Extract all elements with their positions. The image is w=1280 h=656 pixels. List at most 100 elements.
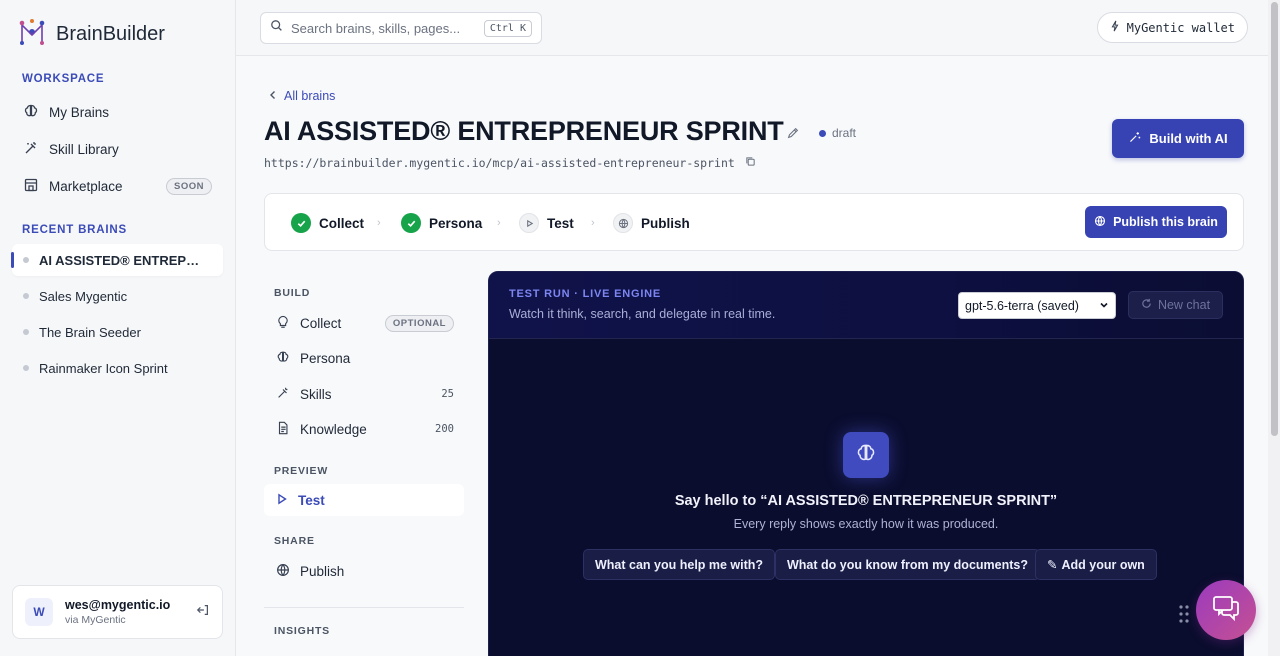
copy-icon[interactable]: [745, 156, 756, 170]
back-link[interactable]: All brains: [268, 89, 335, 103]
sidebar-item-my-brains[interactable]: My Brains: [12, 96, 224, 128]
step-label: Publish: [641, 215, 690, 231]
status-label: draft: [832, 126, 857, 140]
main-content: All brains AI ASSISTED® ENTREPRENEUR SPR…: [236, 56, 1268, 656]
recent-brain-label: Sales Mygentic: [39, 288, 128, 304]
search-box[interactable]: Ctrl K: [260, 12, 542, 44]
subnav-item-knowledge[interactable]: Knowledge 200: [264, 413, 464, 445]
recent-brain-item[interactable]: Rainmaker Icon Sprint: [12, 352, 223, 384]
brand-name: BrainBuilder: [56, 23, 165, 45]
test-panel-kicker: TEST RUN · LIVE ENGINE: [509, 288, 662, 300]
model-select-value: gpt-5.6-terra (saved): [965, 298, 1079, 313]
publish-brain-button[interactable]: Publish this brain: [1085, 206, 1227, 238]
brain-url: https://brainbuilder.mygentic.io/mcp/ai-…: [264, 156, 756, 170]
test-panel-header: TEST RUN · LIVE ENGINE Watch it think, s…: [489, 272, 1243, 339]
recent-brain-item[interactable]: Sales Mygentic: [12, 280, 223, 312]
chat-bubble-icon: [1211, 593, 1241, 628]
empty-state-title: Say hello to “AI ASSISTED® ENTREPRENEUR …: [674, 493, 1058, 509]
scrollbar-thumb[interactable]: [1271, 2, 1278, 436]
brain-url-text: https://brainbuilder.mygentic.io/mcp/ai-…: [264, 156, 735, 170]
step-test[interactable]: Test: [519, 213, 574, 233]
logout-icon[interactable]: [196, 603, 210, 622]
chat-launcher-button[interactable]: [1196, 580, 1256, 640]
user-card: W wes@mygentic.io via MyGentic: [12, 585, 223, 639]
sidebar-item-label: Marketplace: [49, 178, 123, 194]
recent-brain-label: The Brain Seeder: [39, 324, 141, 340]
subnav-label: Test: [298, 492, 325, 508]
chevron-right-icon: ›: [377, 217, 381, 229]
sidebar: BrainBuilder WORKSPACE My Brains Skill L…: [0, 0, 236, 656]
recent-brain-item[interactable]: The Brain Seeder: [12, 316, 223, 348]
sidebar-item-label: My Brains: [49, 104, 110, 120]
build-with-ai-button[interactable]: Build with AI: [1112, 119, 1244, 158]
empty-state-subtitle: Every reply shows exactly how it was pro…: [733, 517, 999, 531]
chevron-right-icon: ›: [497, 217, 501, 229]
new-chat-button[interactable]: New chat: [1128, 291, 1223, 319]
bulb-icon: [276, 315, 290, 332]
subnav-label: Persona: [300, 350, 351, 366]
soon-badge: SOON: [166, 177, 212, 195]
step-persona[interactable]: Persona: [401, 213, 482, 233]
knowledge-count: 200: [435, 423, 454, 435]
page-title: AI ASSISTED® ENTREPRENEUR SPRINT: [264, 116, 784, 146]
refresh-icon: [1141, 298, 1152, 312]
topbar: Ctrl K MyGentic wallet: [236, 0, 1280, 56]
recent-brains-label: RECENT BRAINS: [22, 224, 127, 236]
user-email: wes@mygentic.io: [65, 598, 171, 612]
drag-handle-icon[interactable]: [1178, 604, 1190, 629]
subnav-label: Knowledge: [300, 421, 367, 437]
sidebar-item-skill-library[interactable]: Skill Library: [12, 133, 224, 165]
suggestion-chip[interactable]: What can you help me with?: [583, 549, 776, 580]
status-dot: [23, 293, 29, 299]
step-publish[interactable]: Publish: [613, 213, 690, 233]
step-label: Test: [547, 215, 574, 231]
sidebar-item-label: Skill Library: [49, 141, 119, 157]
sidebar-item-marketplace[interactable]: Marketplace SOON: [12, 170, 224, 202]
status-dot: [23, 257, 29, 263]
search-input[interactable]: [291, 20, 471, 36]
brand[interactable]: BrainBuilder: [18, 18, 165, 51]
suggestion-chip-label: Add your own: [1061, 557, 1145, 572]
subnav-item-test[interactable]: Test: [264, 484, 464, 516]
test-run-panel: TEST RUN · LIVE ENGINE Watch it think, s…: [488, 271, 1244, 656]
brain-icon: [276, 350, 290, 367]
wallet-button[interactable]: MyGentic wallet: [1096, 12, 1248, 43]
status-dot: [819, 129, 826, 137]
bolt-icon: [1110, 20, 1120, 35]
subnav-label: Skills: [300, 386, 332, 402]
avatar: W: [25, 598, 53, 626]
status-dot: [23, 329, 29, 335]
recent-brain-label: Rainmaker Icon Sprint: [39, 360, 168, 376]
chevron-down-icon: [1099, 299, 1109, 313]
subnav-item-persona[interactable]: Persona: [264, 342, 464, 374]
globe-icon: [613, 213, 633, 233]
brain-avatar: [843, 432, 889, 478]
progress-stepper: Collect › Persona › Test › Publish Publi…: [264, 193, 1244, 251]
workspace-label: WORKSPACE: [22, 73, 105, 85]
search-shortcut: Ctrl K: [483, 19, 532, 37]
new-chat-label: New chat: [1157, 298, 1211, 312]
back-link-label: All brains: [284, 89, 336, 103]
step-label: Persona: [429, 215, 483, 231]
chevron-right-icon: ›: [591, 217, 595, 229]
step-collect[interactable]: Collect: [291, 213, 364, 233]
subnav-item-skills[interactable]: Skills 25: [264, 378, 464, 410]
recent-brain-item[interactable]: AI ASSISTED® ENTREPRENEUR SPRINT: [11, 244, 223, 276]
brand-logo-icon: [18, 18, 46, 51]
subnav-item-publish[interactable]: Publish: [264, 555, 464, 587]
pencil-icon[interactable]: [786, 126, 800, 145]
add-your-own-chip[interactable]: ✎ Add your own: [1035, 549, 1157, 580]
suggestion-chip[interactable]: What do you know from my documents?: [775, 549, 1040, 580]
model-select[interactable]: gpt-5.6-terra (saved): [958, 292, 1116, 319]
scrollbar[interactable]: [1268, 0, 1280, 656]
build-section-label: BUILD: [274, 287, 311, 299]
suggestion-chip-label: What do you know from my documents?: [787, 557, 1028, 572]
preview-section-label: PREVIEW: [274, 465, 329, 477]
subnav-label: Publish: [300, 563, 345, 579]
chevron-left-icon: [268, 89, 278, 103]
store-icon: [23, 177, 39, 196]
subnav-item-collect[interactable]: Collect OPTIONAL: [264, 307, 464, 339]
user-provider: via MyGentic: [65, 614, 126, 626]
globe-icon: [1094, 215, 1106, 230]
check-icon: [291, 213, 311, 233]
